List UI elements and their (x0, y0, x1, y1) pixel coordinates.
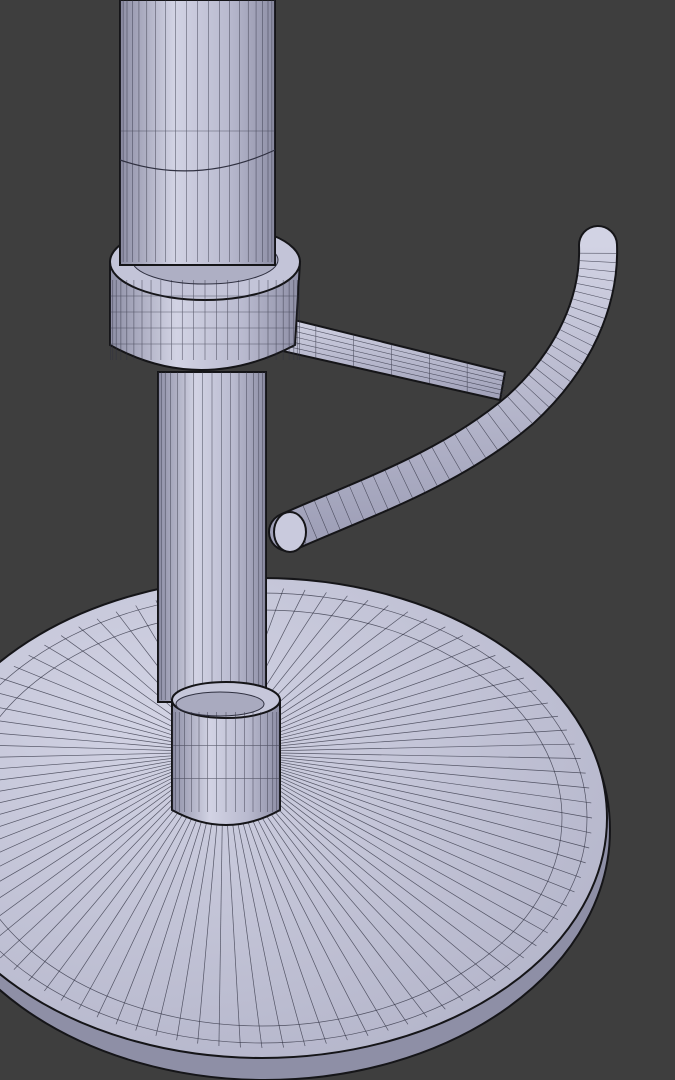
stool-render (0, 0, 619, 1080)
footrest-ring (268, 225, 619, 553)
lower-pole (157, 371, 267, 703)
base-disk (0, 577, 611, 1080)
footrest-connector-rod (277, 314, 507, 402)
upper-pole (119, 0, 276, 266)
pole-floor-sleeve (171, 681, 281, 826)
